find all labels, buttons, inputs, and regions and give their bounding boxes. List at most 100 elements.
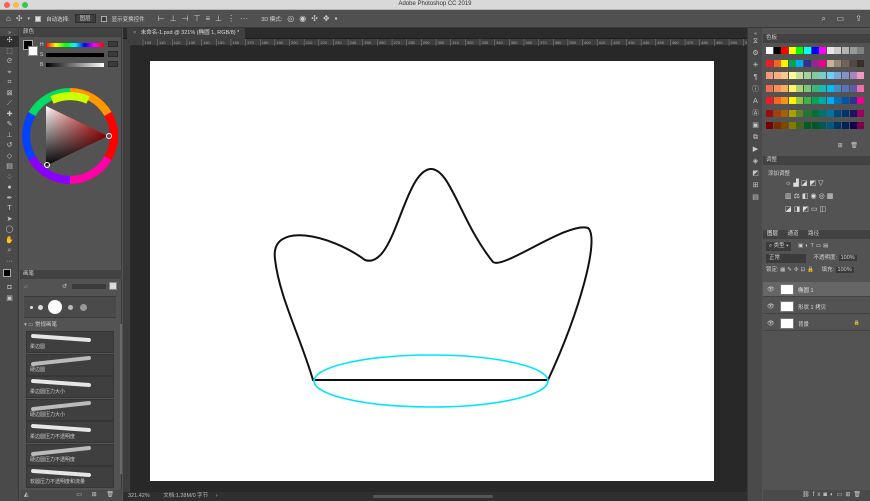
color-swatch[interactable] <box>811 97 819 104</box>
color-swatch[interactable] <box>804 72 811 79</box>
brush-preset-item[interactable]: 硬边圆压力大小 <box>26 398 114 421</box>
reset-brush-icon[interactable]: ↺ <box>62 283 67 290</box>
color-swatch[interactable] <box>811 59 819 67</box>
brush-panel-tab[interactable]: 画笔 <box>20 270 122 279</box>
brush-list-scrollbar[interactable] <box>120 324 122 474</box>
align-center-icon[interactable]: ⊥ <box>170 14 177 23</box>
zoom-level[interactable]: 321.42% <box>128 493 150 499</box>
history-brush-tool-icon[interactable]: ↺ <box>0 141 19 152</box>
color-swatch[interactable] <box>766 109 773 117</box>
color-swatch[interactable] <box>766 84 773 92</box>
frame-tool-icon[interactable]: ⊠ <box>0 89 19 100</box>
color-swatch[interactable] <box>819 47 827 54</box>
swatches-panel-tab[interactable]: 色板 <box>763 34 870 43</box>
glyphs-icon[interactable]: Ⓐ <box>748 108 763 120</box>
eye-icon[interactable]: 👁 <box>767 286 775 293</box>
color-swatch[interactable] <box>781 84 789 92</box>
foreground-color-swatch[interactable] <box>3 269 11 277</box>
vertical-ruler[interactable] <box>123 46 131 492</box>
color-swatch[interactable] <box>849 47 857 54</box>
color-swatch[interactable] <box>819 109 827 117</box>
color-swatch[interactable] <box>788 59 796 67</box>
home-icon[interactable]: ⌂ <box>6 14 11 23</box>
threshold-icon[interactable]: ◩ <box>802 206 811 213</box>
color-swatch[interactable] <box>849 84 857 92</box>
color-swatch[interactable] <box>857 84 865 92</box>
color-swatch[interactable] <box>804 59 811 67</box>
selective-color-icon[interactable]: ◫ <box>820 206 829 213</box>
crop-tool-icon[interactable]: ⌗ <box>0 78 19 89</box>
channel-mixer-icon[interactable]: ◎ <box>819 193 827 200</box>
new-swatch-icon[interactable]: ⊞ <box>838 143 843 149</box>
levels-icon[interactable]: ▟ <box>793 180 800 187</box>
paths-tab[interactable]: 路径 <box>804 231 823 237</box>
color-swatch[interactable] <box>849 109 857 117</box>
new-group-icon[interactable]: ▭ <box>76 492 82 498</box>
move-tool-icon[interactable]: ✣ <box>16 14 23 23</box>
toolbar-collapse-icon[interactable]: » <box>0 28 19 36</box>
color-swatch[interactable] <box>781 109 789 117</box>
delete-brush-icon[interactable]: 🗑 <box>106 492 114 498</box>
blend-mode-dropdown[interactable]: 正常 <box>766 254 806 263</box>
auto-select-checkbox[interactable] <box>35 15 42 22</box>
timeline-icon[interactable]: ⊞ <box>748 180 763 192</box>
delete-swatch-icon[interactable]: 🗑 <box>850 143 858 149</box>
color-swatch[interactable] <box>834 122 842 129</box>
color-swatch[interactable] <box>788 97 796 104</box>
quick-mask-icon[interactable]: ◘ <box>0 283 19 294</box>
color-swatch[interactable] <box>842 97 849 104</box>
color-swatch[interactable] <box>773 84 781 92</box>
color-swatch[interactable] <box>781 59 789 67</box>
canvas-paper[interactable] <box>150 61 714 481</box>
type-tool-icon[interactable]: T <box>0 204 19 215</box>
dodge-tool-icon[interactable]: ● <box>0 183 19 194</box>
share-icon[interactable]: ⇪ <box>855 14 862 23</box>
stamp-tool-icon[interactable]: ⊥ <box>0 131 19 142</box>
path-select-tool-icon[interactable]: ➤ <box>0 215 19 226</box>
brightness-value-field[interactable] <box>108 61 118 67</box>
navigator-icon[interactable]: ◈ <box>748 156 763 168</box>
layers-tab[interactable]: 图层 <box>763 231 782 237</box>
color-swatch[interactable] <box>849 97 857 104</box>
vibrance-icon[interactable]: ▽ <box>818 180 825 187</box>
layer-comps-icon[interactable]: ⧉ <box>748 132 763 144</box>
scale-3d-icon[interactable]: ▪ <box>335 14 338 23</box>
gradient-map-icon[interactable]: ▭ <box>811 206 820 213</box>
color-lookup-icon[interactable]: ▦ <box>827 193 836 200</box>
color-swatch[interactable] <box>826 97 834 104</box>
color-swatch[interactable] <box>804 47 811 54</box>
color-swatch[interactable] <box>796 97 804 104</box>
brush-tool-icon[interactable]: ✎ <box>0 120 19 131</box>
color-panel-background[interactable] <box>28 46 38 56</box>
color-panel-tab[interactable]: 颜色 <box>20 28 121 37</box>
color-swatch[interactable] <box>834 72 842 79</box>
color-swatch[interactable] <box>796 84 804 92</box>
color-swatch[interactable] <box>842 47 849 54</box>
color-swatch[interactable] <box>781 97 789 104</box>
color-swatch[interactable] <box>773 72 781 79</box>
color-swatch[interactable] <box>773 97 781 104</box>
move-tool-icon[interactable]: ✣ <box>0 36 19 47</box>
channels-tab[interactable]: 通道 <box>784 231 803 237</box>
color-swatch[interactable] <box>811 122 819 129</box>
eraser-tool-icon[interactable]: ◇ <box>0 152 19 163</box>
color-swatch[interactable] <box>773 109 781 117</box>
libraries-icon[interactable]: ▤ <box>748 192 763 204</box>
color-swatch[interactable] <box>788 47 796 54</box>
color-swatch[interactable] <box>773 59 781 67</box>
new-brush-footer-icon[interactable]: ⊞ <box>92 492 97 498</box>
edit-toolbar-icon[interactable]: ··· <box>0 257 19 268</box>
color-swatch[interactable] <box>766 122 773 129</box>
brush-tip-strip[interactable] <box>24 296 116 318</box>
horizontal-scrollbar[interactable] <box>373 495 493 498</box>
color-swatch[interactable] <box>766 59 773 67</box>
eye-icon[interactable]: 👁 <box>767 320 775 327</box>
color-swatch[interactable] <box>842 122 849 129</box>
adjust-brightness-icon[interactable]: ☀ <box>748 60 763 72</box>
saturation-value-field[interactable] <box>108 51 118 57</box>
color-swatch[interactable] <box>796 72 804 79</box>
color-swatch[interactable] <box>842 84 849 92</box>
layer-kind-dropdown[interactable]: ⌕ 类型 ▾ <box>766 242 792 251</box>
color-swatch[interactable] <box>796 109 804 117</box>
hue-saturation-icon[interactable]: ▥ <box>785 193 794 200</box>
